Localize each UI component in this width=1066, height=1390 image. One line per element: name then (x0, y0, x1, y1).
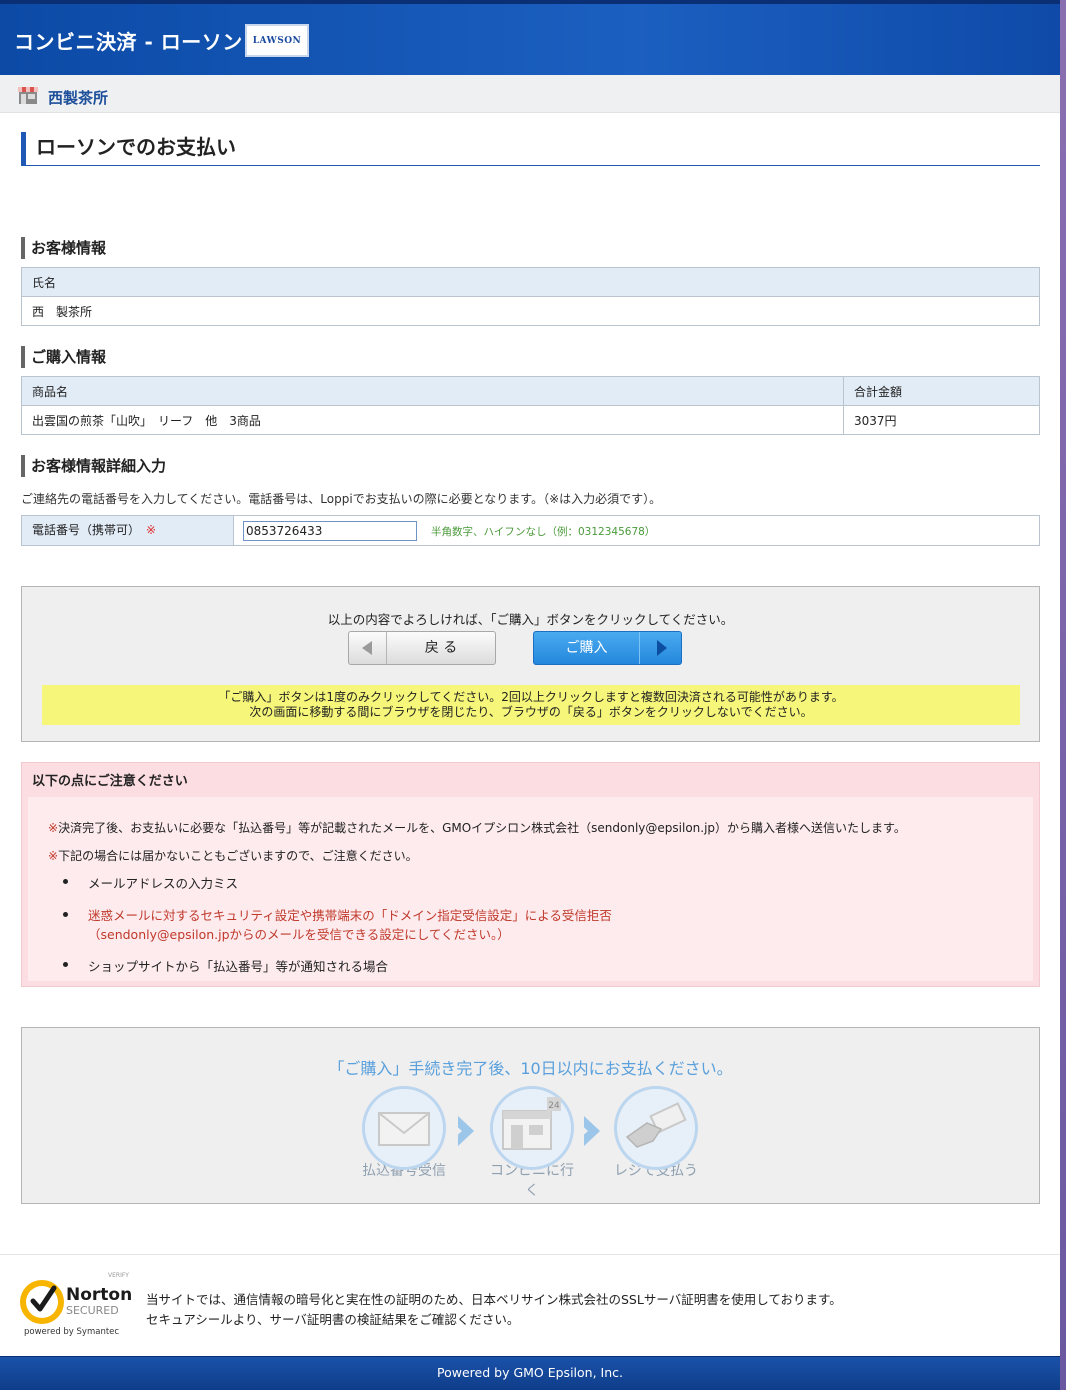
list-item: 迷惑メールに対するセキュリティ設定や携帯端末の「ドメイン指定受信設定」による受信… (63, 906, 612, 944)
verify-text: VERIFY (108, 1272, 129, 1279)
ssl-notice-line-1: 当サイトでは、通信情報の暗号化と実在性の証明のため、日本ベリサイン株式会社のSS… (146, 1292, 842, 1307)
list-item: メールアドレスの入力ミス (63, 873, 612, 892)
notice-title: 以下の点にご注意ください (32, 774, 188, 789)
buy-button-label: ご購入 (565, 640, 608, 656)
notice-line-2: ※下記の場合には届かないこともございますので、ご注意ください。 (48, 847, 418, 864)
page-header: コンビニ決済 - ローソン LAWSON (0, 0, 1060, 75)
flow-title: 「ご購入」手続き完了後、10日以内にお支払ください。 (328, 1059, 733, 1078)
customer-table: 氏名 西 製茶所 (21, 267, 1040, 326)
detail-description: ご連絡先の電話番号を入力してください。電話番号は、Loppiでお支払いの際に必要… (21, 492, 662, 506)
buy-button[interactable]: ご購入 (533, 631, 682, 665)
norton-powered: powered by Symantec (24, 1327, 119, 1337)
shop-bar: 西製茶所 (0, 75, 1060, 113)
notice-line-1: ※決済完了後、お支払いに必要な「払込番号」等が記載されたメールを、GMOイプシロ… (48, 819, 906, 836)
footer: Powered by GMO Epsilon, Inc. (0, 1356, 1060, 1390)
notice-box: 以下の点にご注意ください ※決済完了後、お支払いに必要な「払込番号」等が記載され… (21, 762, 1040, 987)
phone-label-text: 電話番号（携帯可） (32, 523, 141, 537)
customer-section-title: お客様情報 (21, 237, 106, 259)
notice-line-2-text: 下記の場合には届かないこともございますので、ご注意ください。 (58, 849, 418, 863)
confirm-box: 以上の内容でよろしければ、「ご購入」ボタンをクリックしてください。 戻 る ご購… (21, 586, 1040, 742)
flow-step-1: 払込番号受信 (359, 1086, 449, 1180)
payment-flow-box: 「ご購入」手続き完了後、10日以内にお支払ください。 払込番号受信 24 コンビ… (21, 1027, 1040, 1204)
phone-input[interactable] (243, 521, 417, 541)
phone-hint: 半角数字、ハイフンなし（例：0312345678） (431, 526, 656, 538)
warning-line-2: 次の画面に移動する間にブラウザを閉じたり、ブラウザの「戻る」ボタンをクリックしな… (249, 705, 813, 719)
total-column-header: 合計金額 (843, 376, 1040, 406)
back-button-label: 戻 る (424, 640, 458, 656)
convenience-store-icon: 24 (490, 1086, 574, 1170)
norton-secured-seal[interactable]: VERIFY Norton SECURED powered by Symante… (18, 1268, 136, 1340)
lawson-logo: LAWSON (245, 24, 309, 57)
detail-section-title: お客様情報詳細入力 (21, 455, 166, 477)
envelope-icon (362, 1086, 446, 1170)
back-button[interactable]: 戻 る (348, 631, 496, 665)
product-name: 出雲国の煎茶「山吹」 リーフ 他 3商品 (21, 405, 844, 435)
list-item-text: 迷惑メールに対するセキュリティ設定や携帯端末の「ドメイン指定受信設定」による受信… (88, 908, 612, 923)
notice-body: ※決済完了後、お支払いに必要な「払込番号」等が記載されたメールを、GMOイプシロ… (28, 797, 1033, 981)
notice-line-1-text: 決済完了後、お支払いに必要な「払込番号」等が記載されたメールを、GMOイプシロン… (58, 821, 906, 835)
back-arrow-icon (349, 632, 387, 664)
notice-list: メールアドレスの入力ミス 迷惑メールに対するセキュリティ設定や携帯端末の「ドメイ… (63, 873, 612, 975)
product-column-header: 商品名 (21, 376, 844, 406)
window-edge (1060, 0, 1066, 1390)
store-badge-text: 24 (548, 1101, 560, 1111)
purchase-table: 商品名 合計金額 出雲国の煎茶「山吹」 リーフ 他 3商品 3037円 (21, 376, 1040, 435)
notice-mark-1: ※ (48, 821, 59, 835)
page-title: ローソンでのお支払い (21, 132, 1040, 166)
purchase-section-title: ご購入情報 (21, 346, 106, 368)
name-value: 西 製茶所 (21, 296, 1040, 326)
norton-brand: Norton (66, 1285, 132, 1305)
ssl-notice-line-2: セキュアシールより、サーバ証明書の検証結果をご確認ください。 (146, 1312, 520, 1327)
buy-arrow-icon (639, 632, 681, 664)
total-amount: 3037円 (843, 405, 1040, 435)
flow-step-3: レジで支払う (611, 1086, 701, 1180)
list-item: ショップサイトから「払込番号」等が通知される場合 (63, 956, 612, 975)
name-label: 氏名 (21, 267, 1040, 297)
pay-at-register-icon (614, 1086, 698, 1170)
shop-icon (18, 87, 38, 104)
shop-name: 西製茶所 (48, 89, 109, 107)
warning-line-1: 「ご購入」ボタンは1度のみクリックしてください。2回以上クリックしますと複数回決… (218, 690, 844, 704)
flow-step-2: 24 コンビニに行く (487, 1086, 577, 1200)
footer-divider (0, 1254, 1060, 1255)
phone-label: 電話番号（携帯可） ※ (22, 516, 234, 545)
list-item-subtext: （sendonly@epsilon.jpからのメールを受信できる設定にしてくださ… (88, 927, 510, 942)
flow-arrow-icon (452, 1116, 474, 1146)
ssl-notice: 当サイトでは、通信情報の暗号化と実在性の証明のため、日本ベリサイン株式会社のSS… (146, 1290, 856, 1330)
confirm-message: 以上の内容でよろしければ、「ご購入」ボタンをクリックしてください。 (327, 612, 734, 627)
header-title: コンビニ決済 - ローソン (14, 30, 243, 54)
required-mark: ※ (146, 523, 157, 537)
double-click-warning: 「ご購入」ボタンは1度のみクリックしてください。2回以上クリックしますと複数回決… (42, 685, 1020, 725)
notice-mark-2: ※ (48, 849, 59, 863)
flow-arrow-icon (578, 1116, 600, 1146)
norton-secured: SECURED (66, 1304, 119, 1317)
phone-row: 電話番号（携帯可） ※ 半角数字、ハイフンなし（例：0312345678） (21, 515, 1040, 546)
